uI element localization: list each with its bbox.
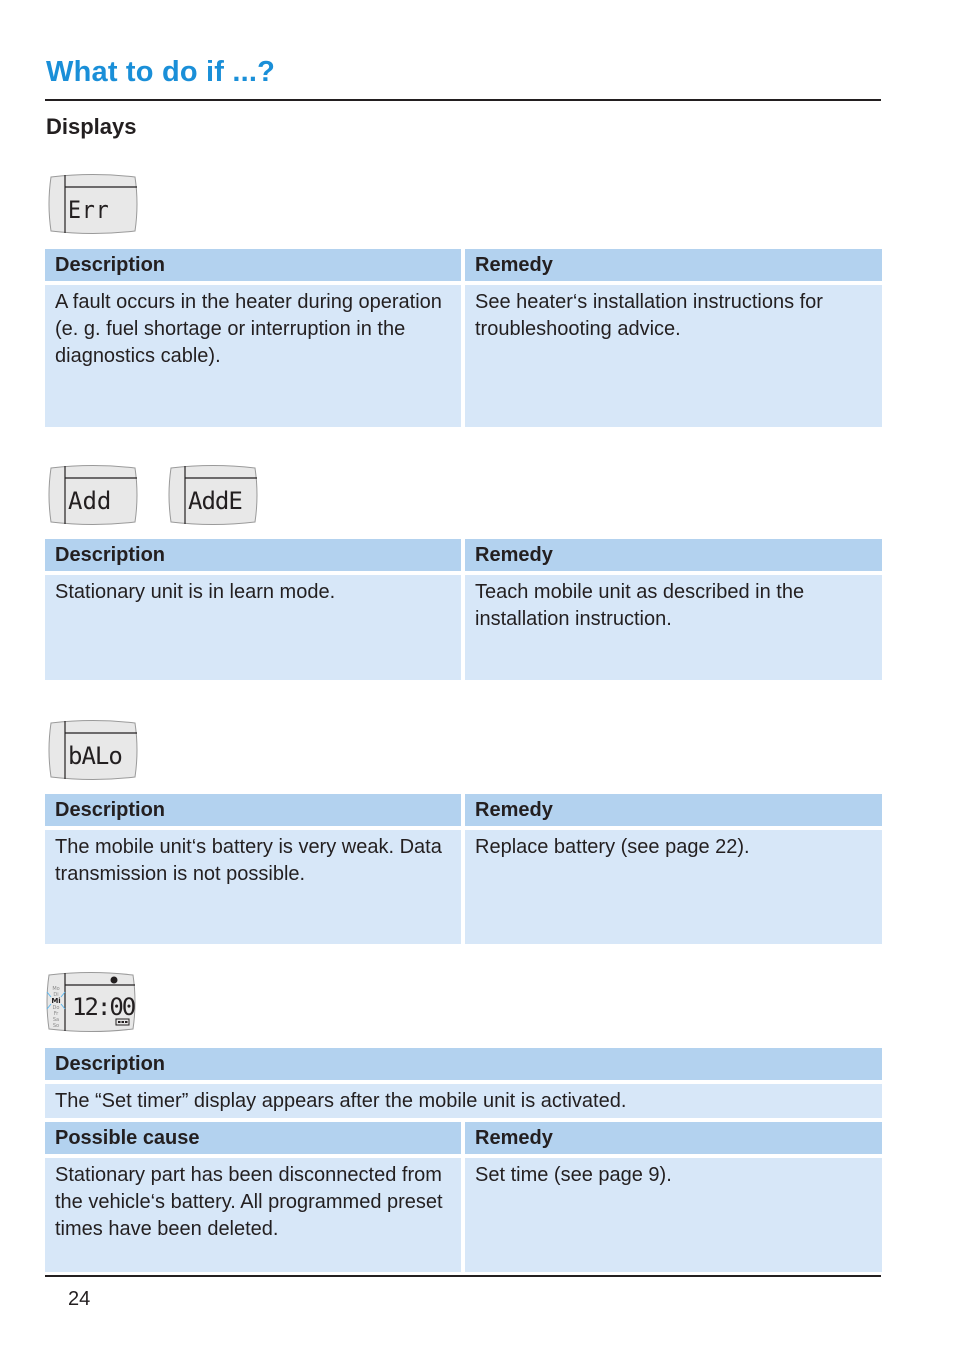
day-label: So	[53, 1023, 59, 1029]
fault-table-balo: Description Remedy The mobile unit‘s bat…	[45, 794, 882, 944]
description-header: Description	[45, 249, 461, 281]
lcd-display-err: Err	[47, 173, 138, 234]
fault-table-set-timer: Description The “Set timer” display appe…	[45, 1048, 882, 1272]
lcd-display-add: Add	[47, 464, 138, 525]
remedy-cell: Replace battery (see page 22).	[465, 830, 882, 944]
remedy-cell: Set time (see page 9).	[465, 1158, 882, 1272]
page-title: What to do if ...?	[46, 56, 276, 88]
title-divider	[45, 99, 881, 101]
description-cell: A fault occurs in the heater during oper…	[45, 285, 461, 427]
description-cell: The mobile unit‘s battery is very weak. …	[45, 830, 461, 944]
remedy-cell: Teach mobile unit as described in the in…	[465, 575, 882, 680]
description-header: Description	[45, 1048, 882, 1080]
fault-table-add: Description Remedy Stationary unit is in…	[45, 539, 882, 680]
lcd-text: Add	[68, 487, 111, 515]
description-cell: The “Set timer” display appears after th…	[45, 1084, 882, 1118]
lcd-text: AddE	[188, 487, 242, 515]
lcd-display-set-timer: Mo Di Mi Do Fr Sa So 12:00	[45, 971, 137, 1032]
lcd-text: Err	[68, 197, 110, 224]
remedy-header: Remedy	[465, 539, 882, 571]
lcd-text: bALo	[68, 742, 122, 770]
day-label-active: Mi	[51, 997, 60, 1005]
possible-cause-cell: Stationary part has been disconnected fr…	[45, 1158, 461, 1272]
description-header: Description	[45, 794, 461, 826]
remedy-cell: See heater‘s installation instructions f…	[465, 285, 882, 427]
fault-table-err: Description Remedy A fault occurs in the…	[45, 249, 882, 427]
remedy-header: Remedy	[465, 794, 882, 826]
lcd-display-adde: AddE	[167, 464, 258, 525]
possible-cause-header: Possible cause	[45, 1122, 461, 1154]
status-dot-icon	[110, 976, 118, 984]
footer-divider	[45, 1275, 881, 1277]
description-cell: Stationary unit is in learn mode.	[45, 575, 461, 680]
lcd-display-balo: bALo	[47, 719, 138, 780]
description-header: Description	[45, 539, 461, 571]
page-number: 24	[68, 1288, 91, 1310]
remedy-header: Remedy	[465, 249, 882, 281]
remedy-header: Remedy	[465, 1122, 882, 1154]
section-heading: Displays	[46, 114, 137, 139]
lcd-time-text: 12:00	[72, 993, 135, 1021]
